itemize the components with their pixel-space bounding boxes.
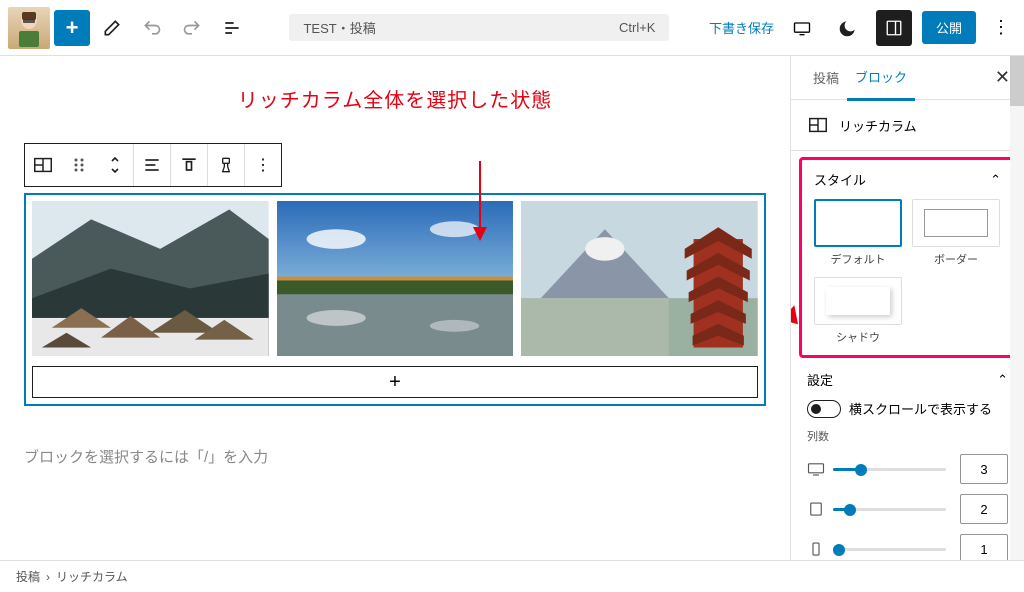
avatar[interactable] [8,7,50,49]
style-panel-head[interactable]: スタイル ⌃ [814,168,1001,189]
mobile-slider[interactable] [833,548,946,551]
block-type-icon[interactable] [25,144,61,186]
rich-columns-block[interactable]: + [24,193,766,406]
style-label: ボーダー [912,251,1000,267]
mobile-value[interactable]: 1 [960,534,1008,560]
outline-icon[interactable] [214,10,250,46]
drag-handle-icon[interactable] [61,144,97,186]
chevron-up-icon: ⌃ [997,372,1008,388]
title-bar[interactable]: TEST・投稿 Ctrl+K [289,14,669,41]
desktop-icon [807,462,825,476]
style-default[interactable] [814,199,902,247]
settings-title: 設定 [807,370,833,389]
block-placeholder[interactable]: ブロックを選択するには「/」を入力 [24,446,766,467]
dark-icon[interactable] [830,10,866,46]
chevron-right-icon: › [46,570,50,584]
column-image-2[interactable] [277,201,514,356]
block-type-icon [807,114,829,136]
breadcrumb: 投稿 › リッチカラム [0,560,1024,592]
style-label: シャドウ [814,329,902,345]
add-inner-block-button[interactable]: + [32,366,758,398]
sidebar-toggle-icon[interactable] [876,10,912,46]
column-image-1[interactable] [32,201,269,356]
mobile-icon [807,542,825,556]
scroll-label: 横スクロールで表示する [849,399,992,418]
tablet-value[interactable]: 2 [960,494,1008,524]
shortcut-hint: Ctrl+K [619,20,655,35]
move-icon[interactable] [97,144,133,186]
desktop-value[interactable]: 3 [960,454,1008,484]
redo-icon[interactable] [174,10,210,46]
style-panel-highlight: スタイル ⌃ デフォルト ボーダー シャドウ [799,157,1016,358]
page-title: TEST・投稿 [303,18,375,37]
close-icon[interactable]: ✕ [995,67,1010,88]
preview-icon[interactable] [784,10,820,46]
style-shadow[interactable] [814,277,902,325]
save-draft-button[interactable]: 下書き保存 [709,18,774,37]
undo-icon[interactable] [134,10,170,46]
block-more-icon[interactable]: ⋮ [245,144,281,186]
chevron-up-icon: ⌃ [990,172,1001,188]
scroll-toggle[interactable] [807,400,841,418]
tablet-icon [807,502,825,516]
style-brush-icon[interactable] [208,144,244,186]
tab-block[interactable]: ブロック [847,56,915,101]
tablet-slider[interactable] [833,508,946,511]
style-border[interactable] [912,199,1000,247]
annotation-text: リッチカラム全体を選択した状態 [24,84,766,113]
style-title: スタイル [814,170,866,189]
block-toolbar: ⋮ [24,143,282,187]
style-label: デフォルト [814,251,902,267]
settings-panel-head[interactable]: 設定 ⌃ [807,370,1008,389]
publish-button[interactable]: 公開 [922,11,976,44]
breadcrumb-item[interactable]: リッチカラム [56,568,128,585]
column-image-3[interactable] [521,201,758,356]
tab-post[interactable]: 投稿 [805,56,847,99]
block-name: リッチカラム [839,116,917,135]
scrollbar[interactable] [1010,56,1024,560]
add-block-button[interactable]: + [54,10,90,46]
breadcrumb-item[interactable]: 投稿 [16,568,40,585]
cols-label: 列数 [807,428,1008,444]
more-menu-icon[interactable]: ⋮ [986,17,1016,38]
edit-icon[interactable] [94,10,130,46]
desktop-slider[interactable] [833,468,946,471]
valign-top-icon[interactable] [171,144,207,186]
align-icon[interactable] [134,144,170,186]
